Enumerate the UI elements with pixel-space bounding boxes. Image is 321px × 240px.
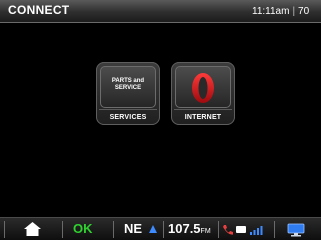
main-area: PARTS and SERVICE SERVICES INTERNET — [0, 23, 321, 217]
divider — [62, 221, 63, 238]
status-ok: OK — [73, 221, 93, 236]
header-bar: CONNECT 11:11am | 70 — [0, 0, 321, 23]
message-icon[interactable] — [236, 226, 246, 233]
parts-service-text: PARTS and SERVICE — [111, 78, 145, 91]
time-text: 11:11am — [252, 6, 290, 17]
internet-button[interactable]: INTERNET — [171, 62, 235, 125]
services-label: SERVICES — [109, 114, 147, 121]
opera-browser-icon — [175, 66, 231, 108]
divider — [218, 221, 219, 238]
opera-logo-icon — [192, 73, 214, 103]
divider — [4, 221, 5, 238]
clock: 11:11am | 70 — [252, 6, 309, 17]
connect-screen: CONNECT 11:11am | 70 PARTS and SERVICE SER… — [0, 0, 321, 240]
status-bar: OK NE 107.5FM — [0, 217, 321, 240]
services-button[interactable]: PARTS and SERVICE SERVICES — [96, 62, 160, 125]
signal-icon — [250, 226, 263, 235]
page-title: CONNECT — [8, 3, 70, 17]
divider — [163, 221, 164, 238]
parts-service-icon: PARTS and SERVICE — [100, 66, 156, 108]
compass-arrow-icon — [149, 225, 157, 233]
temperature-text: 70 — [298, 6, 310, 17]
radio-frequency[interactable]: 107.5FM — [168, 221, 211, 236]
divider — [113, 221, 114, 238]
phone-icon[interactable] — [222, 224, 234, 236]
band-text: FM — [200, 228, 211, 235]
divider — [274, 221, 275, 238]
heading-text: NE — [124, 221, 143, 236]
home-icon[interactable] — [24, 222, 41, 236]
internet-label: INTERNET — [184, 114, 222, 121]
separator: | — [292, 6, 296, 17]
screen-icon[interactable] — [287, 223, 305, 237]
frequency-text: 107.5 — [168, 221, 201, 236]
